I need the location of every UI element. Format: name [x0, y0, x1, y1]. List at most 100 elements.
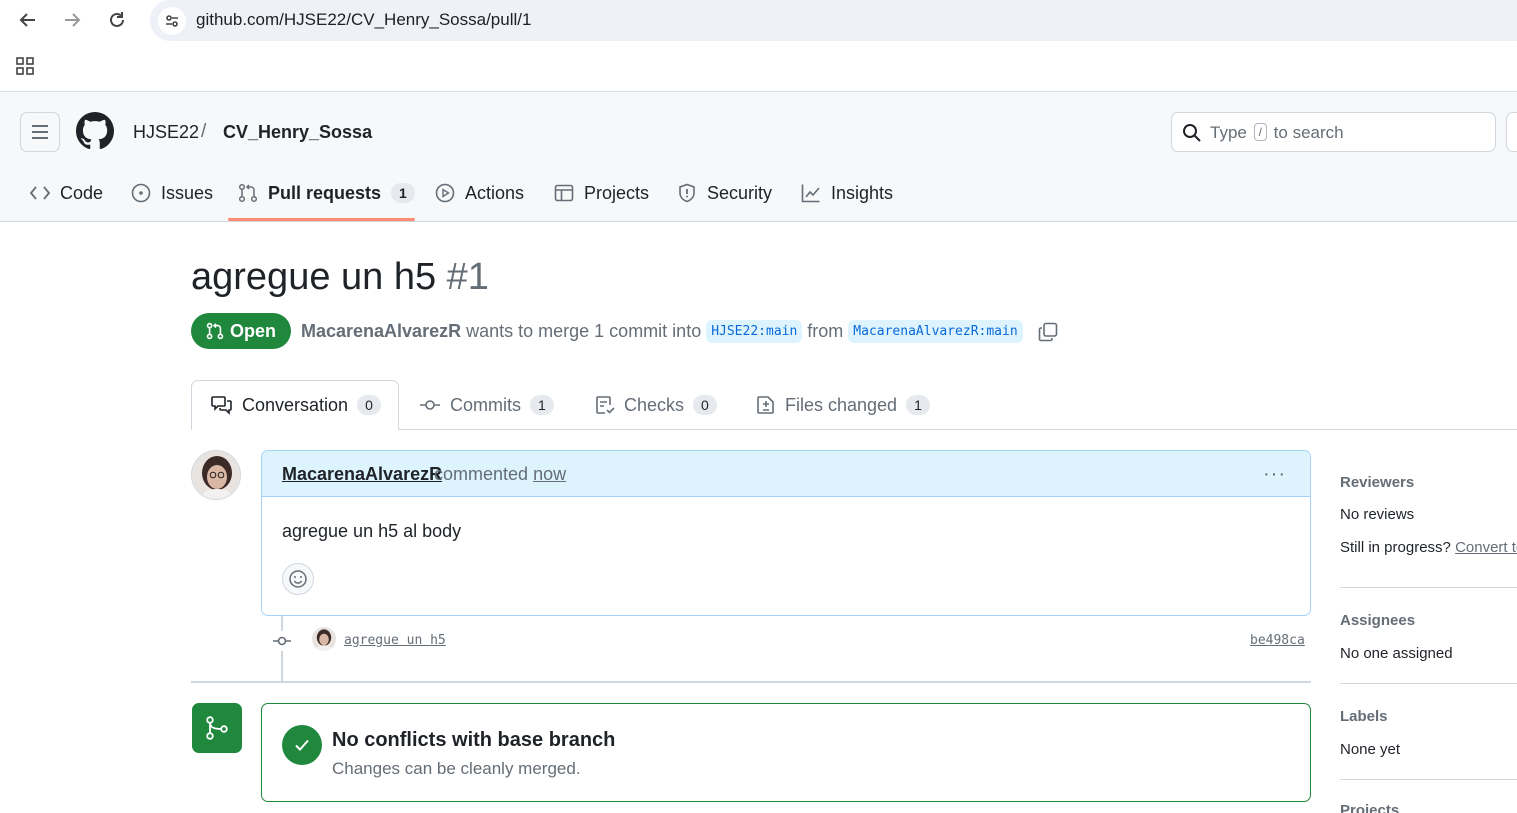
smiley-icon — [289, 570, 307, 588]
commit-author-avatar[interactable] — [312, 627, 336, 651]
convert-to-draft-link[interactable]: Convert to draft — [1455, 539, 1517, 556]
assignees-value: No one assigned — [1340, 645, 1453, 662]
reviewers-value: No reviews — [1340, 506, 1415, 523]
issue-icon — [131, 183, 151, 203]
tab-actions-label: Actions — [465, 182, 525, 203]
back-button[interactable] — [14, 6, 42, 34]
avatar[interactable] — [191, 450, 241, 500]
git-merge-icon — [192, 703, 242, 753]
comment-verb: commented — [434, 464, 529, 484]
tab-projects[interactable]: Projects — [554, 172, 649, 214]
comment-author-link[interactable]: MacarenaAlvarezR — [282, 464, 442, 485]
tab-insights[interactable]: Insights — [801, 172, 893, 214]
files-changed-count: 1 — [906, 395, 930, 415]
commit-icon — [420, 400, 440, 410]
command-palette-button[interactable] — [1506, 112, 1517, 152]
tab-code[interactable]: Code — [30, 172, 103, 214]
tab-files-changed-label: Files changed — [785, 394, 898, 415]
tab-issues[interactable]: Issues — [131, 172, 213, 214]
tab-conversation-label: Conversation — [242, 394, 349, 415]
merge-status-title: No conflicts with base branch — [332, 729, 616, 751]
comment-discussion-icon — [211, 396, 232, 415]
search-suffix: to search — [1273, 123, 1344, 142]
status-badge-label: Open — [229, 320, 276, 341]
tab-checks-label: Checks — [624, 394, 685, 415]
projects-heading[interactable]: Projects — [1340, 802, 1399, 813]
checks-count: 0 — [693, 395, 717, 415]
pr-number: #1 — [446, 256, 489, 298]
commit-message-link[interactable]: agregue un h5 — [344, 633, 446, 648]
reload-button[interactable] — [103, 6, 131, 34]
github-logo-icon[interactable] — [76, 112, 114, 150]
repo-header: HJSE22 / CV_Henry_Sossa Type / to search… — [0, 92, 1517, 222]
search-shortcut-key: / — [1253, 123, 1267, 141]
tab-pull-requests[interactable]: Pull requests 1 — [238, 172, 415, 214]
tab-files-changed[interactable]: Files changed 1 — [756, 380, 930, 430]
tab-checks[interactable]: Checks 0 — [595, 380, 717, 430]
head-branch-link[interactable]: MacarenaAlvarezR:main — [848, 320, 1023, 343]
pr-title-text: agregue un h5 — [191, 256, 437, 298]
conversation-count: 0 — [357, 395, 381, 415]
copy-icon[interactable] — [1038, 322, 1058, 342]
search-placeholder: Type / to search — [1210, 123, 1344, 143]
comment-timestamp-link[interactable]: now — [533, 464, 566, 484]
reviewers-heading[interactable]: Reviewers — [1340, 474, 1414, 491]
global-menu-button[interactable] — [20, 112, 60, 152]
shield-icon — [679, 183, 695, 203]
repo-name-link[interactable]: CV_Henry_Sossa — [223, 122, 372, 143]
address-bar[interactable]: github.com/HJSE22/CV_Henry_Sossa/pull/1 — [150, 0, 1517, 41]
commit-sha-link[interactable]: be498ca — [1250, 633, 1305, 648]
merge-status-card: No conflicts with base branch Changes ca… — [261, 703, 1311, 802]
table-icon — [554, 184, 574, 202]
hamburger-icon — [32, 125, 48, 139]
apps-grid-icon[interactable] — [16, 57, 34, 75]
page-title: agregue un h5 #1 — [191, 256, 489, 299]
merge-status-subtitle: Changes can be cleanly merged. — [332, 759, 581, 778]
checklist-icon — [596, 396, 615, 414]
tab-conversation[interactable]: Conversation 0 — [211, 380, 381, 430]
commits-count: 1 — [530, 395, 554, 415]
search-icon — [1183, 124, 1201, 142]
site-info-button[interactable] — [158, 7, 186, 35]
comment-header: MacarenaAlvarezR commented now ··· — [262, 451, 1310, 497]
draft-prompt: Still in progress? Convert to draft — [1340, 539, 1517, 556]
tab-security-label: Security — [707, 182, 773, 203]
code-icon — [30, 186, 50, 200]
sidebar-divider — [1340, 779, 1517, 780]
forward-button[interactable] — [58, 6, 86, 34]
tab-actions[interactable]: Actions — [435, 172, 524, 214]
pull-requests-count: 1 — [391, 183, 415, 203]
search-prefix: Type — [1210, 123, 1247, 142]
tab-issues-label: Issues — [161, 182, 214, 203]
graph-icon — [801, 184, 820, 203]
comment-options-button[interactable]: ··· — [1263, 463, 1286, 486]
search-input[interactable]: Type / to search — [1171, 112, 1496, 152]
merge-summary: MacarenaAlvarezR wants to merge 1 commit… — [301, 320, 1058, 343]
commit-icon — [272, 631, 292, 651]
breadcrumb-separator: / — [201, 121, 207, 142]
pull-request-icon — [206, 322, 224, 340]
arrow-right-icon — [65, 13, 81, 27]
reload-icon — [110, 12, 124, 27]
base-branch-link[interactable]: HJSE22:main — [706, 320, 803, 343]
pr-author-link[interactable]: MacarenaAlvarezR — [301, 321, 461, 342]
tab-commits-label: Commits — [450, 394, 521, 415]
merge-text-from: from — [807, 321, 844, 341]
browser-toolbar: github.com/HJSE22/CV_Henry_Sossa/pull/1 — [0, 0, 1517, 92]
tab-insights-label: Insights — [831, 182, 894, 203]
status-badge: Open — [191, 313, 291, 349]
check-circle-icon — [282, 725, 322, 765]
tab-commits[interactable]: Commits 1 — [419, 380, 554, 430]
labels-heading[interactable]: Labels — [1340, 708, 1388, 725]
pull-request-icon — [238, 183, 258, 203]
selected-tab-indicator — [228, 218, 415, 221]
labels-value: None yet — [1340, 741, 1401, 758]
tab-security[interactable]: Security — [677, 172, 772, 214]
comment-body: agregue un h5 al body — [282, 521, 462, 541]
repo-owner-link[interactable]: HJSE22 — [133, 122, 199, 143]
assignees-heading[interactable]: Assignees — [1340, 612, 1415, 629]
add-reaction-button[interactable] — [282, 563, 314, 595]
play-icon — [435, 183, 455, 203]
comment-card: MacarenaAlvarezR commented now ··· agreg… — [261, 450, 1311, 616]
url-text[interactable]: github.com/HJSE22/CV_Henry_Sossa/pull/1 — [196, 10, 531, 30]
